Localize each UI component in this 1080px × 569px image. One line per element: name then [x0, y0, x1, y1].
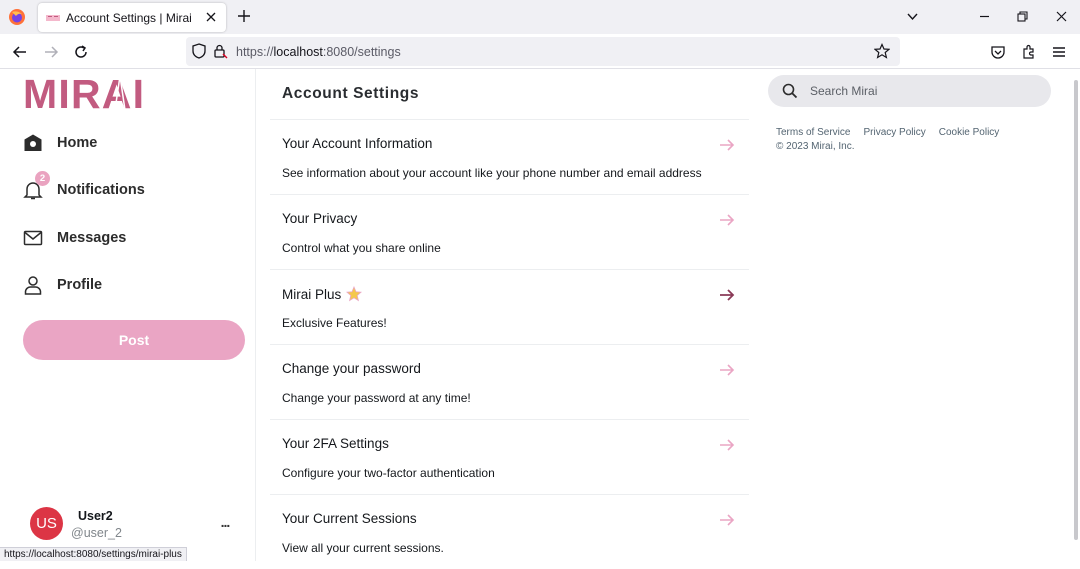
settings-list: Your Account Information See information… — [270, 119, 749, 569]
tracking-shield-icon[interactable] — [191, 43, 207, 59]
notifications-badge: 2 — [35, 171, 50, 186]
home-icon — [24, 134, 42, 151]
mirai-favicon-icon — [46, 14, 60, 21]
setting-row-change-password[interactable]: Change your password Change your passwor… — [270, 344, 749, 419]
setting-title: Your Privacy — [282, 211, 358, 226]
user-icon — [24, 276, 42, 295]
list-all-tabs-icon[interactable] — [906, 10, 919, 23]
sidebar-item-profile[interactable]: Profile — [23, 270, 102, 300]
close-tab-icon[interactable] — [205, 11, 217, 23]
browser-tab-bar: Account Settings | Mirai — [0, 0, 1080, 34]
setting-description: Control what you share online — [282, 241, 441, 255]
cookie-policy-link[interactable]: Cookie Policy — [939, 127, 1000, 138]
new-tab-icon[interactable] — [237, 9, 251, 23]
url-bar[interactable]: https://localhost:8080/settings — [186, 37, 900, 66]
user-display-name: User2 — [78, 509, 113, 523]
post-button[interactable]: Post — [23, 320, 245, 360]
page-title: Account Settings — [282, 85, 420, 102]
search-input[interactable] — [810, 84, 1030, 98]
setting-row-2fa[interactable]: Your 2FA Settings Configure your two-fac… — [270, 419, 749, 494]
setting-row-mirai-plus[interactable]: Mirai Plus Exclusive Features! — [270, 269, 749, 344]
site-lock-icon[interactable] — [212, 43, 228, 59]
arrow-right-icon — [720, 214, 735, 226]
copyright: © 2023 Mirai, Inc. — [776, 141, 855, 152]
setting-title: Your Current Sessions — [282, 511, 417, 526]
terms-of-service-link[interactable]: Terms of Service — [776, 127, 850, 138]
minimize-icon[interactable] — [978, 10, 991, 23]
pocket-icon[interactable] — [990, 44, 1006, 60]
reload-icon[interactable] — [73, 44, 89, 60]
setting-description: Change your password at any time! — [282, 391, 471, 405]
setting-row-privacy[interactable]: Your Privacy Control what you share onli… — [270, 194, 749, 269]
setting-title: Your Account Information — [282, 136, 433, 151]
privacy-policy-link[interactable]: Privacy Policy — [863, 127, 925, 138]
star-icon — [346, 286, 363, 302]
browser-tab-active[interactable]: Account Settings | Mirai — [38, 3, 226, 32]
svg-text:MIRAI: MIRAI — [23, 74, 145, 110]
setting-row-account-information[interactable]: Your Account Information See information… — [270, 119, 749, 194]
setting-row-current-sessions[interactable]: Your Current Sessions View all your curr… — [270, 494, 749, 569]
arrow-right-icon — [720, 289, 735, 301]
setting-title: Mirai Plus — [282, 286, 363, 302]
extensions-icon[interactable] — [1021, 44, 1037, 60]
sidebar-item-label: Profile — [57, 277, 103, 293]
setting-description: Configure your two-factor authentication — [282, 466, 495, 480]
setting-description: View all your current sessions. — [282, 541, 444, 555]
sidebar-item-label: Messages — [57, 230, 127, 246]
arrow-right-icon — [720, 139, 735, 151]
sidebar-item-home[interactable]: Home — [23, 128, 97, 158]
menu-icon[interactable] — [1051, 44, 1067, 60]
setting-description: Exclusive Features! — [282, 316, 387, 330]
mirai-logo[interactable]: MIRAI — [23, 74, 147, 110]
restore-icon[interactable] — [1016, 10, 1029, 23]
mail-icon — [23, 230, 43, 246]
close-window-icon[interactable] — [1055, 10, 1068, 23]
more-options-button[interactable]: ... — [215, 512, 235, 532]
sidebar-item-messages[interactable]: Messages — [23, 223, 126, 253]
back-icon[interactable] — [12, 44, 28, 60]
browser-nav-bar: https://localhost:8080/settings — [0, 34, 1080, 69]
user-handle: @user_2 — [71, 526, 122, 540]
arrow-right-icon — [720, 364, 735, 376]
search-box[interactable] — [768, 75, 1051, 107]
firefox-icon[interactable] — [8, 8, 26, 26]
status-bar-url: https://localhost:8080/settings/mirai-pl… — [0, 547, 187, 561]
page-scrollbar[interactable] — [1074, 80, 1078, 540]
footer-links: Terms of Service Privacy Policy Cookie Pol… — [776, 127, 1012, 138]
arrow-right-icon — [720, 514, 735, 526]
sidebar-item-label: Home — [57, 135, 98, 151]
bookmark-star-icon[interactable] — [874, 43, 890, 59]
search-icon — [782, 83, 798, 99]
forward-icon[interactable] — [43, 44, 59, 60]
setting-description: See information about your account like … — [282, 166, 702, 180]
setting-title: Change your password — [282, 361, 421, 376]
sidebar-item-label: Notifications — [57, 182, 145, 198]
sidebar-divider — [255, 69, 256, 561]
setting-title: Your 2FA Settings — [282, 436, 389, 451]
sidebar-item-notifications[interactable]: 2 Notifications — [23, 171, 145, 205]
url-text[interactable]: https://localhost:8080/settings — [236, 45, 401, 59]
tab-title: Account Settings | Mirai — [66, 10, 192, 25]
arrow-right-icon — [720, 439, 735, 451]
avatar[interactable]: US — [30, 507, 63, 540]
